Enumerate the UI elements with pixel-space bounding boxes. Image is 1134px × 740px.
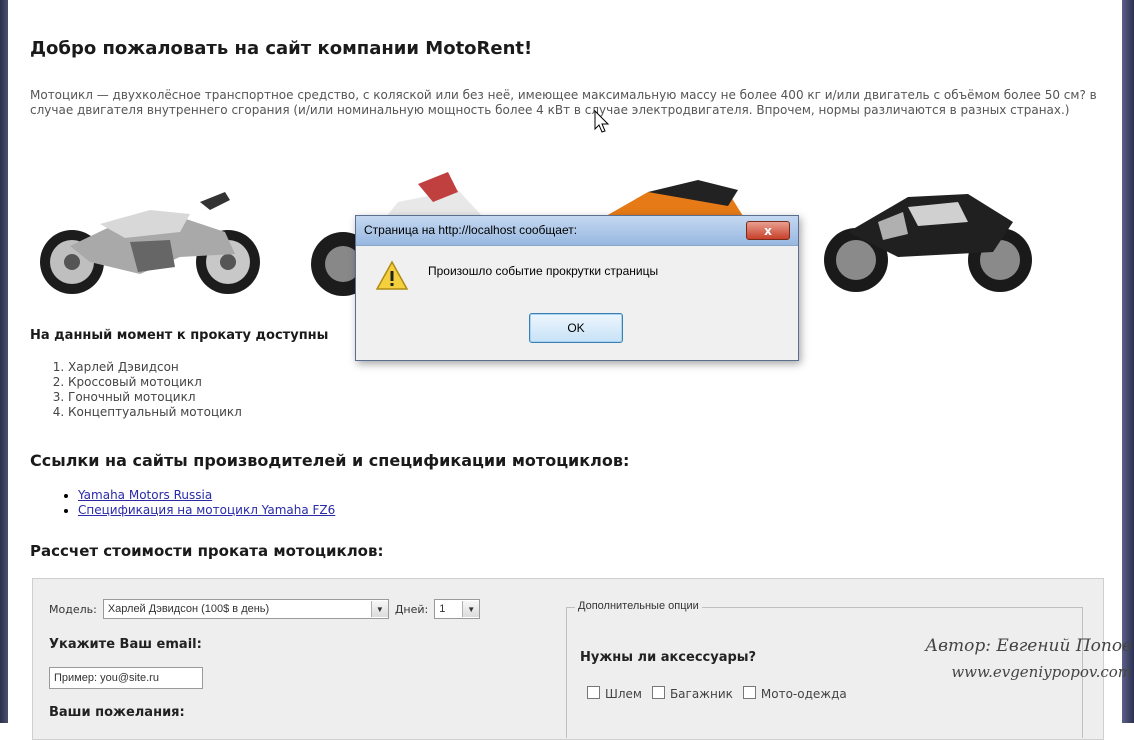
extra-options-legend: Дополнительные опции (575, 600, 702, 612)
model-select[interactable]: Харлей Дэвидсон (100$ в день) ▼ (102, 599, 389, 619)
helmet-checkbox[interactable] (587, 686, 600, 699)
watermark-site: www.evgeniypopov.com (951, 663, 1132, 681)
dialog-title: Страница на http://localhost сообщает: (364, 223, 578, 237)
watermark-author: Автор: Евгений Попов (925, 636, 1132, 656)
window-frame-left (0, 0, 8, 723)
window-frame-right (1122, 0, 1134, 723)
days-select-value: 1 (439, 603, 446, 615)
list-item: Харлей Дэвидсон (68, 360, 242, 375)
alert-dialog: Страница на http://localhost сообщает: x… (355, 215, 799, 361)
list-item: Кроссовый мотоцикл (68, 375, 242, 390)
manufacturer-links: Yamaha Motors Russia Спецификация на мот… (30, 488, 335, 518)
dialog-message: Произошло событие прокрутки страницы (428, 264, 659, 278)
accessories-question: Нужны ли аксессуары? (580, 650, 757, 665)
model-days-row: Модель: Харлей Дэвидсон (100$ в день) ▼ … (49, 599, 481, 619)
wishes-label: Ваши пожелания: (49, 705, 185, 720)
available-heading: На данный момент к прокату доступны (30, 328, 329, 343)
list-item: Yamaha Motors Russia (78, 488, 335, 503)
concept-motorcycle-image (824, 194, 1032, 292)
yamaha-russia-link[interactable]: Yamaha Motors Russia (78, 488, 212, 502)
email-label: Укажите Ваш email: (49, 637, 202, 652)
clothing-option[interactable]: Мото-одежда (742, 686, 847, 701)
close-icon[interactable]: x (746, 221, 790, 240)
list-item: Гоночный мотоцикл (68, 390, 242, 405)
author-watermark: Автор: Евгений Попов www.evgeniypopov.co… (925, 633, 1132, 685)
warning-icon (376, 260, 408, 290)
model-select-value: Харлей Дэвидсон (100$ в день) (107, 603, 270, 615)
page-content: Добро пожаловать на сайт компании MotoRe… (30, 0, 1110, 740)
yamaha-fz6-spec-link[interactable]: Спецификация на мотоцикл Yamaha FZ6 (78, 503, 335, 517)
days-select[interactable]: 1 ▼ (434, 599, 481, 619)
email-field[interactable]: Пример: you@site.ru (49, 667, 203, 689)
calc-heading: Рассчет стоимости проката мотоциклов: (30, 542, 384, 560)
clothing-checkbox[interactable] (742, 686, 756, 699)
ok-button[interactable]: OK (529, 313, 623, 343)
chevron-down-icon[interactable]: ▼ (462, 601, 480, 617)
links-heading: Ссылки на сайты производителей и специфи… (30, 451, 630, 470)
list-item: Концептуальный мотоцикл (68, 405, 242, 420)
model-label: Модель: (49, 602, 97, 616)
list-item: Спецификация на мотоцикл Yamaha FZ6 (78, 503, 335, 518)
luggage-option[interactable]: Багажник (651, 686, 733, 701)
days-label: Дней: (394, 602, 429, 616)
chevron-down-icon[interactable]: ▼ (370, 601, 388, 617)
accessories-options: Шлем Багажник Мото-одежда (587, 686, 847, 701)
helmet-option[interactable]: Шлем (587, 686, 642, 701)
intro-paragraph: Мотоцикл — двухколёсное транспортное сре… (30, 88, 1097, 117)
harley-motorcycle-image (40, 192, 260, 294)
motorcycle-list: Харлей Дэвидсон Кроссовый мотоцикл Гоноч… (30, 360, 242, 420)
page-title: Добро пожаловать на сайт компании MotoRe… (30, 38, 533, 59)
mouse-cursor-icon (594, 110, 610, 133)
luggage-checkbox[interactable] (651, 686, 665, 699)
dialog-titlebar[interactable]: Страница на http://localhost сообщает: x (356, 216, 798, 246)
